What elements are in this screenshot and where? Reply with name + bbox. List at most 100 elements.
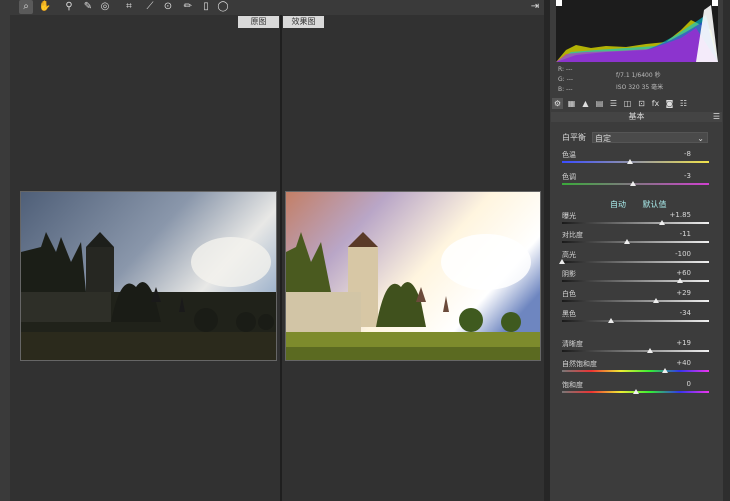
brush-tool-icon[interactable]: ✏ (181, 0, 195, 14)
white-balance-row: 白平衡 自定 ⌄ (562, 132, 712, 144)
chevron-down-icon: ⌄ (697, 134, 704, 143)
section-header: 基本 ☰ (551, 112, 722, 122)
slider-thumb[interactable] (623, 239, 630, 244)
slider-4: 高光 -100 (559, 250, 709, 268)
slider-value[interactable]: +19 (676, 339, 691, 347)
slider-thumb[interactable] (676, 278, 683, 283)
slider-label: 色调 (562, 173, 576, 181)
auto-button[interactable]: 自动 (610, 200, 626, 209)
slider-track[interactable] (562, 261, 709, 263)
slider-thumb[interactable] (629, 181, 636, 186)
hand-tool-icon[interactable]: ✋ (38, 0, 52, 14)
before-photo (20, 191, 277, 361)
slider-value[interactable]: +60 (676, 269, 691, 277)
slider-6: 白色 +29 (562, 289, 709, 307)
slider-track[interactable] (562, 241, 709, 243)
slider-label: 自然饱和度 (562, 360, 597, 368)
slider-thumb[interactable] (626, 159, 633, 164)
slider-label: 色温 (562, 151, 576, 159)
crop-tool-icon[interactable]: ⌗ (122, 0, 136, 14)
iso-focal: ISO 320 35 毫米 (616, 84, 664, 91)
slider-label: 清晰度 (562, 340, 583, 348)
slider-thumb[interactable] (647, 348, 654, 353)
after-label: 效果图 (283, 16, 324, 28)
color-sampler-tool-icon[interactable]: ⚲ (62, 0, 76, 14)
panel-tab-5-icon[interactable]: ◫ (622, 98, 633, 109)
panel-tab-9-icon[interactable]: ☷ (678, 98, 689, 109)
after-photo (285, 191, 541, 361)
gradient-tool-icon[interactable]: ▯ (199, 0, 213, 14)
slider-thumb[interactable] (632, 389, 639, 394)
white-balance-label: 白平衡 (562, 133, 586, 142)
white-balance-select[interactable]: 自定 ⌄ (592, 132, 708, 143)
panel-tab-2-icon[interactable]: ▲ (580, 98, 591, 109)
panel-menu-icon[interactable]: ☰ (713, 112, 720, 122)
panel-tab-4-icon[interactable]: ☰ (608, 98, 619, 109)
panel-tabs: ⚙ ▦ ▲ ▤ ☰ ◫ ⊡ fx ◙ ☷ (552, 98, 719, 110)
camera-info: R: --- G: --- B: --- f/7.1 1/6400 秒 ISO … (556, 64, 718, 96)
slider-value[interactable]: -11 (680, 230, 691, 238)
slider-track[interactable] (562, 280, 709, 282)
panel-tab-1-icon[interactable]: ▦ (566, 98, 577, 109)
slider-value[interactable]: -8 (684, 150, 691, 158)
export-icon[interactable]: ⇥ (528, 0, 542, 14)
slider-track[interactable] (562, 161, 709, 163)
slider-track[interactable] (562, 370, 709, 372)
slider-thumb[interactable] (661, 368, 668, 373)
slider-2: 曝光 +1.85 (562, 211, 709, 229)
slider-label: 白色 (562, 290, 576, 298)
slider-value[interactable]: +1.85 (670, 211, 691, 219)
slider-thumb[interactable] (658, 220, 665, 225)
sidebar-scrollbar[interactable] (723, 0, 730, 501)
slider-8: 清晰度 +19 (562, 339, 709, 357)
slider-value[interactable]: +40 (676, 359, 691, 367)
slider-track[interactable] (562, 300, 709, 302)
slider-track[interactable] (562, 222, 709, 224)
zoom-tool-icon[interactable]: ⌕ (19, 0, 33, 14)
panel-tab-7-icon[interactable]: fx (650, 98, 661, 109)
panel-tab-8-icon[interactable]: ◙ (664, 98, 675, 109)
white-balance-value: 自定 (595, 134, 611, 143)
slider-thumb[interactable] (607, 318, 614, 323)
slider-label: 曝光 (562, 212, 576, 220)
target-circle-tool-icon[interactable]: ◎ (98, 0, 112, 14)
toolbar: ⌕ ✋ ⚲ ✎ ◎ ⌗ ⟋ ⊙ ✏ ▯ ◯ ⇥ (0, 0, 548, 16)
rgb-red-readout: R: --- (558, 66, 573, 73)
histogram (556, 0, 718, 62)
slider-thumb[interactable] (559, 259, 565, 264)
before-label: 原图 (238, 16, 279, 28)
slider-track[interactable] (562, 350, 709, 352)
slider-value[interactable]: -3 (684, 172, 691, 180)
slider-label: 饱和度 (562, 381, 583, 389)
panel-tab-0-icon[interactable]: ⚙ (552, 98, 563, 109)
slider-label: 对比度 (562, 231, 583, 239)
slider-9: 自然饱和度 +40 (562, 359, 709, 377)
slider-5: 阴影 +60 (562, 269, 709, 287)
slider-7: 黑色 -34 (562, 309, 709, 327)
aperture-shutter: f/7.1 1/6400 秒 (616, 72, 661, 79)
rgb-blue-readout: B: --- (558, 86, 573, 93)
slider-value[interactable]: +29 (676, 289, 691, 297)
slider-track[interactable] (562, 320, 709, 322)
slider-10: 饱和度 0 (562, 380, 709, 398)
slider-value[interactable]: -100 (675, 250, 691, 258)
rgb-green-readout: G: --- (558, 76, 574, 83)
radial-tool-icon[interactable]: ◯ (216, 0, 230, 14)
slider-value[interactable]: -34 (680, 309, 691, 317)
default-button[interactable]: 默认值 (643, 200, 667, 209)
section-title: 基本 (628, 112, 645, 121)
straighten-tool-icon[interactable]: ⟋ (143, 0, 157, 14)
slider-3: 对比度 -11 (562, 230, 709, 248)
panel-tab-3-icon[interactable]: ▤ (594, 98, 605, 109)
slider-value[interactable]: 0 (687, 380, 691, 388)
slider-label: 黑色 (562, 310, 576, 318)
slider-1: 色调 -3 (562, 172, 709, 190)
left-edge-strip (0, 15, 10, 501)
slider-thumb[interactable] (653, 298, 660, 303)
panel-tab-6-icon[interactable]: ⊡ (636, 98, 647, 109)
slider-0: 色温 -8 (562, 150, 709, 168)
redeye-tool-icon[interactable]: ⊙ (161, 0, 175, 14)
auto-default-row: 自动 默认值 (610, 199, 681, 210)
slider-label: 阴影 (562, 270, 576, 278)
target-adjust-tool-icon[interactable]: ✎ (81, 0, 95, 14)
